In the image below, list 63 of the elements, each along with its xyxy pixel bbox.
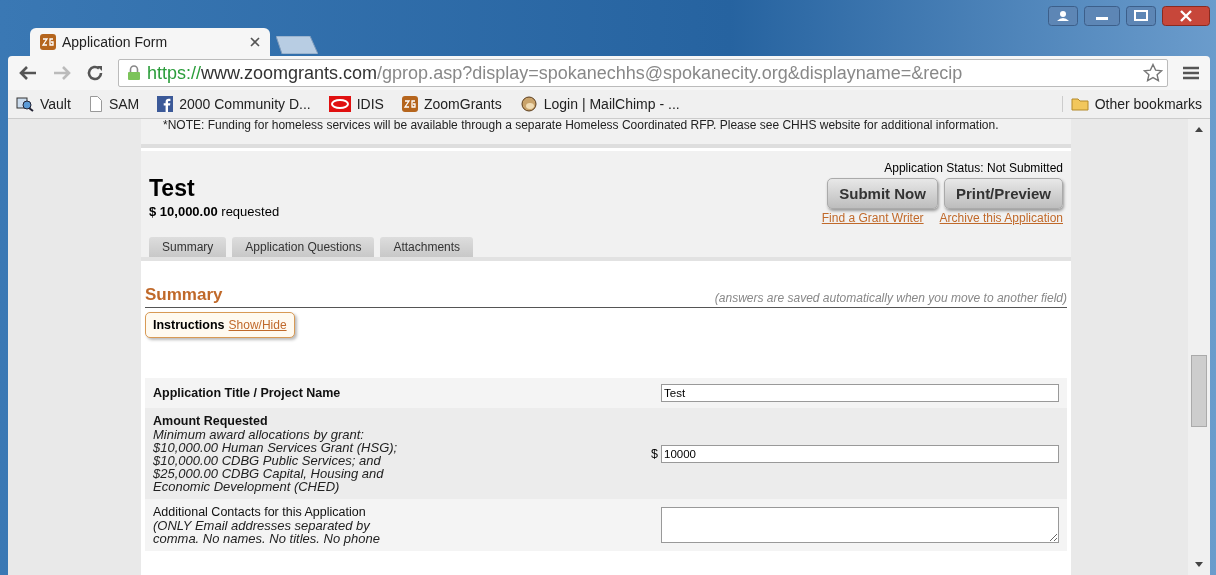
note-text: *NOTE: Funding for homeless services will be available through a separate Homeless Coordinated RFP. Please see CHHS website for additional information. bbox=[163, 119, 1000, 132]
bookmark-item[interactable]: ZoomGrants bbox=[401, 96, 502, 112]
requested-amount: $ 10,000.00 requested bbox=[149, 204, 280, 219]
section-tab[interactable]: Summary bbox=[149, 237, 227, 257]
field-help: Minimum award allocations by grant: $10,000.00 Human Services Grant (HSG); $10,000.00 CDBG Public Services; and $25,000.00 CDBG Capital, Housing and Economic Development (CHED) bbox=[153, 428, 399, 493]
bookmark-item[interactable]: SAM bbox=[88, 96, 140, 112]
minimize-icon[interactable] bbox=[1084, 6, 1120, 26]
field-label: Additional Contacts for this Application bbox=[153, 505, 367, 519]
scrollbar[interactable] bbox=[1188, 119, 1210, 575]
field-help: (ONLY Email addresses separated by comma. No names. No titles. No phone bbox=[153, 519, 381, 545]
back-icon[interactable] bbox=[18, 65, 38, 81]
user-icon[interactable] bbox=[1048, 6, 1078, 26]
maximize-icon[interactable] bbox=[1126, 6, 1156, 26]
zg-logo-icon bbox=[40, 34, 56, 50]
field-label: Amount Requested bbox=[153, 414, 269, 428]
text-link[interactable]: Find a Grant Writer bbox=[821, 211, 924, 225]
action-button[interactable]: Print/Preview bbox=[943, 178, 1063, 209]
lock-icon bbox=[127, 65, 141, 81]
bookmark-item[interactable]: Login | MailChimp - ... bbox=[519, 95, 680, 113]
star-icon[interactable] bbox=[1143, 63, 1163, 83]
bookmark-item[interactable]: IDIS bbox=[328, 96, 384, 112]
close-icon[interactable] bbox=[1162, 6, 1210, 26]
facebook-icon bbox=[157, 96, 174, 112]
application-status: Application Status: Not Submitted bbox=[884, 161, 1063, 175]
url-text: https://www.zoomgrants.com/gprop.asp?display=spokanechhs@spokanecity.org&displayname=&recip bbox=[147, 62, 964, 84]
autosave-hint: (answers are saved automatically when you move to another field) bbox=[714, 291, 1067, 305]
new-tab-button[interactable] bbox=[276, 36, 318, 54]
currency-sign: $ bbox=[651, 446, 658, 461]
reload-icon[interactable] bbox=[86, 64, 104, 82]
scroll-thumb[interactable] bbox=[1191, 355, 1207, 427]
show-hide-link[interactable]: Show/Hide bbox=[228, 318, 287, 332]
scroll-up-icon[interactable] bbox=[1194, 125, 1204, 133]
oval-logo-icon bbox=[328, 96, 351, 112]
field-label: Application Title / Project Name bbox=[153, 386, 342, 400]
input-field[interactable]: Test bbox=[661, 384, 1059, 402]
bookmark-label: Login | MailChimp - ... bbox=[543, 96, 680, 112]
magnifier-icon bbox=[16, 96, 34, 112]
section-tab[interactable]: Attachments bbox=[380, 237, 474, 257]
bookmark-label: ZoomGrants bbox=[423, 96, 502, 112]
text-link[interactable]: Archive this Application bbox=[939, 211, 1063, 225]
other-bookmarks[interactable]: Other bookmarks bbox=[1061, 96, 1202, 112]
section-title: Summary bbox=[145, 285, 223, 305]
input-field[interactable]: 10000 bbox=[661, 444, 1059, 463]
tab-title: Application Form bbox=[62, 34, 169, 50]
monkey-icon bbox=[519, 95, 538, 113]
zg-logo-icon bbox=[401, 96, 418, 112]
application-title: Test bbox=[149, 175, 196, 202]
scroll-down-icon[interactable] bbox=[1194, 561, 1204, 569]
folder-icon bbox=[1070, 97, 1089, 111]
section-tab[interactable]: Application Questions bbox=[232, 237, 375, 257]
bookmark-label: Vault bbox=[40, 96, 71, 112]
bookmark-label: SAM bbox=[108, 96, 140, 112]
close-icon[interactable] bbox=[250, 37, 260, 47]
instructions-label: Instructions bbox=[153, 318, 225, 332]
bookmark-label: IDIS bbox=[356, 96, 384, 112]
bookmark-label: Other bookmarks bbox=[1094, 96, 1202, 112]
browser-tab[interactable]: Application Form bbox=[30, 28, 270, 56]
address-bar[interactable]: https://www.zoomgrants.com/gprop.asp?display=spokanechhs@spokanecity.org&displayname=&recip bbox=[118, 59, 1168, 87]
text-area[interactable] bbox=[661, 507, 1059, 543]
page-icon bbox=[88, 96, 103, 112]
bookmark-item[interactable]: Vault bbox=[16, 96, 71, 112]
action-button[interactable]: Submit Now bbox=[827, 178, 938, 209]
menu-icon[interactable] bbox=[1182, 65, 1200, 81]
